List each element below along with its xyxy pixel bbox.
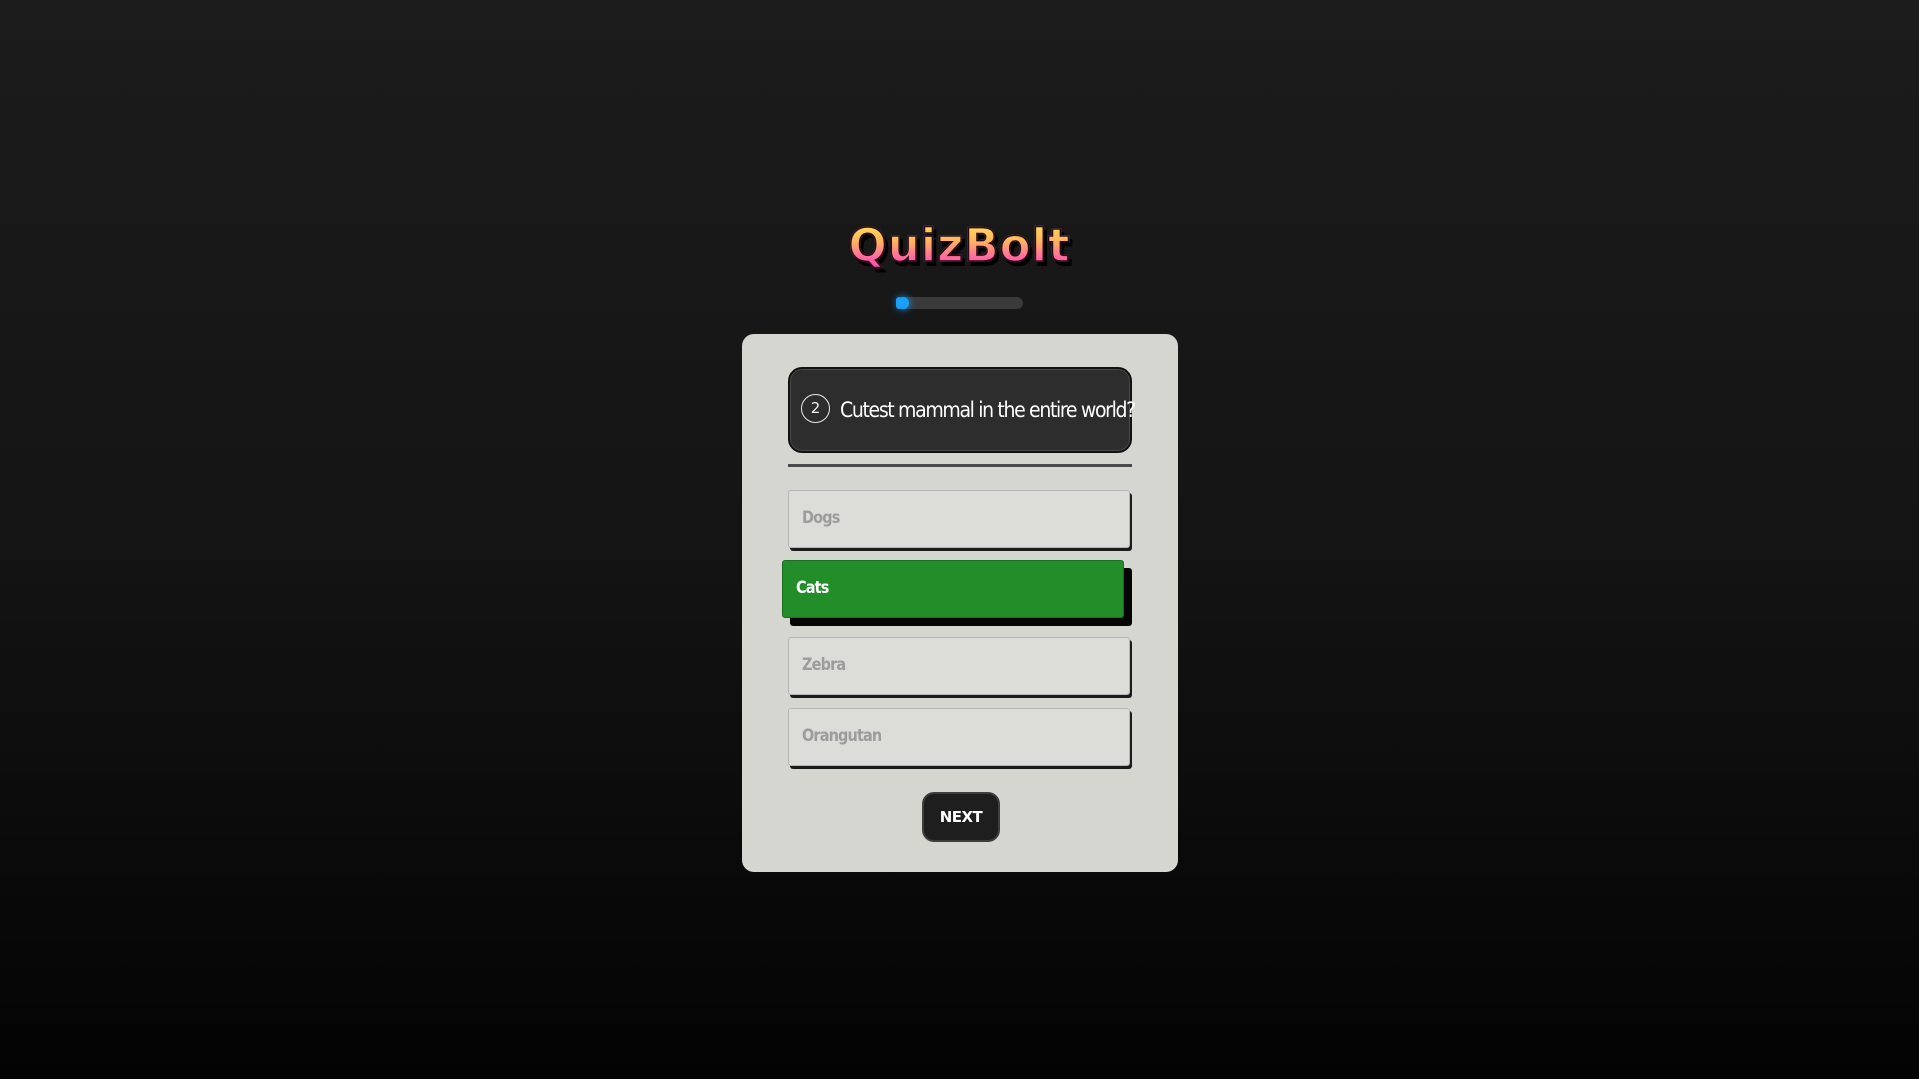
answer-option-label: Orangutan bbox=[802, 726, 882, 746]
answer-option-label: Zebra bbox=[802, 655, 846, 675]
quiz-card: 2 Cutest mammal in the entire world? Dog… bbox=[742, 334, 1178, 872]
question-text: Cutest mammal in the entire world? bbox=[840, 398, 1136, 422]
progress-indicator-dot bbox=[897, 297, 909, 309]
answer-option-cats[interactable]: Cats bbox=[782, 560, 1124, 618]
answer-option-orangutan[interactable]: Orangutan bbox=[788, 708, 1130, 766]
quiz-progress-bar bbox=[896, 297, 1023, 309]
logo-text: QuizBolt bbox=[848, 218, 1071, 273]
answer-option-dogs[interactable]: Dogs bbox=[788, 490, 1130, 548]
next-button[interactable]: NEXT bbox=[922, 792, 1000, 842]
answer-option-label: Cats bbox=[796, 578, 829, 598]
answer-option-zebra[interactable]: Zebra bbox=[788, 637, 1130, 695]
answer-option-label: Dogs bbox=[802, 508, 840, 528]
question-box: 2 Cutest mammal in the entire world? bbox=[788, 367, 1136, 453]
divider bbox=[788, 464, 1132, 467]
question-number-badge: 2 bbox=[801, 394, 830, 423]
quizbolt-logo: QuizBolt bbox=[0, 218, 1919, 274]
